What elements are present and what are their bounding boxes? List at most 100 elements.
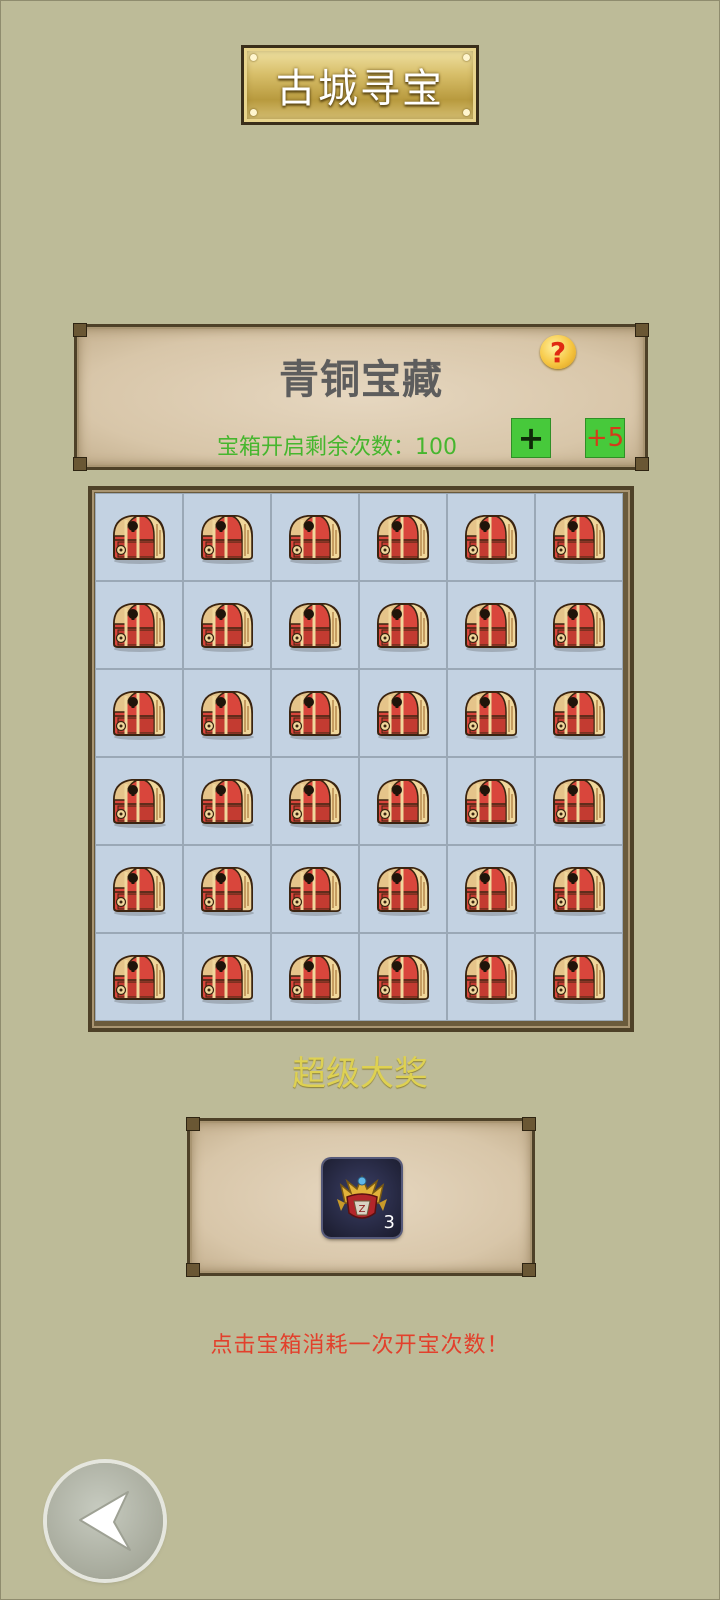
chest-cell[interactable] [271, 845, 359, 933]
treasure-chest-icon [289, 955, 342, 1004]
treasure-chest-icon [113, 955, 166, 1004]
chest-cell[interactable] [447, 669, 535, 757]
chest-cell[interactable] [183, 493, 271, 581]
back-button[interactable] [47, 1463, 163, 1579]
chest-cell[interactable] [95, 933, 183, 1021]
arrow-left-icon [79, 1491, 131, 1551]
rivet-decoration [463, 54, 470, 61]
treasure-chest-icon [201, 867, 254, 916]
treasure-chest-icon [465, 603, 518, 652]
chest-cell[interactable] [271, 493, 359, 581]
chest-cell[interactable] [359, 581, 447, 669]
rivet-decoration [463, 109, 470, 116]
chest-cell[interactable] [271, 933, 359, 1021]
chest-cell[interactable] [447, 845, 535, 933]
treasure-chest-icon [289, 515, 342, 564]
page-title: 古城寻宝 [276, 66, 444, 112]
panel-corner [635, 457, 649, 471]
chest-cell[interactable] [183, 933, 271, 1021]
treasure-chest-icon [465, 515, 518, 564]
panel-corner [522, 1263, 536, 1277]
chest-cell[interactable] [535, 669, 623, 757]
chest-cell[interactable] [359, 493, 447, 581]
treasure-chest-icon [377, 955, 430, 1004]
chest-cell[interactable] [359, 845, 447, 933]
treasure-chest-icon [377, 691, 430, 740]
title-plaque: 古城寻宝 [241, 45, 479, 125]
treasure-chest-icon [289, 691, 342, 740]
chest-cell[interactable] [535, 933, 623, 1021]
treasure-info-panel: 青铜宝藏 ? 宝箱开启剩余次数：100 + +5 [73, 323, 649, 471]
chest-cell[interactable] [95, 845, 183, 933]
treasure-chest-icon [289, 779, 342, 828]
treasure-chest-icon [553, 867, 606, 916]
panel-corner [186, 1117, 200, 1131]
chest-cell[interactable] [535, 493, 623, 581]
remaining-label: 宝箱开启剩余次数： [217, 435, 416, 460]
treasure-chest-icon [201, 515, 254, 564]
treasure-chest-icon [465, 955, 518, 1004]
question-mark-icon[interactable]: ? [540, 335, 576, 369]
chest-cell[interactable] [95, 493, 183, 581]
treasure-chest-icon [113, 515, 166, 564]
treasure-chest-icon [201, 779, 254, 828]
panel-corner [73, 323, 87, 337]
chest-cell[interactable] [183, 581, 271, 669]
super-prize-panel: Z 3 [186, 1117, 536, 1277]
remaining-opens: 宝箱开启剩余次数：100 [217, 429, 457, 461]
super-prize-label: 超级大奖 [292, 1054, 428, 1094]
reward-item[interactable]: Z 3 [323, 1159, 401, 1237]
chest-grid [95, 493, 623, 1021]
panel-corner [635, 323, 649, 337]
chest-cell[interactable] [271, 757, 359, 845]
treasure-chest-icon [377, 603, 430, 652]
panel-corner [522, 1117, 536, 1131]
treasure-chest-icon [113, 691, 166, 740]
treasure-chest-icon [465, 691, 518, 740]
remaining-count: 100 [415, 435, 458, 460]
treasure-chest-icon [201, 603, 254, 652]
chest-cell[interactable] [95, 669, 183, 757]
chest-cell[interactable] [535, 581, 623, 669]
treasure-chest-icon [201, 955, 254, 1004]
chest-cell[interactable] [447, 493, 535, 581]
chest-cell[interactable] [359, 757, 447, 845]
chest-cell[interactable] [271, 669, 359, 757]
chest-cell[interactable] [447, 581, 535, 669]
treasure-chest-icon [465, 867, 518, 916]
chest-cell[interactable] [535, 757, 623, 845]
svg-text:Z: Z [359, 1204, 366, 1215]
treasure-chest-icon [553, 603, 606, 652]
chest-cell[interactable] [95, 757, 183, 845]
add-one-button[interactable]: + [511, 418, 551, 458]
treasure-chest-icon [553, 691, 606, 740]
treasure-chest-icon [553, 955, 606, 1004]
treasure-chest-icon [377, 867, 430, 916]
treasure-chest-icon [113, 779, 166, 828]
chest-cell[interactable] [95, 581, 183, 669]
treasure-chest-icon [113, 867, 166, 916]
panel-corner [186, 1263, 200, 1277]
treasure-chest-icon [201, 691, 254, 740]
reward-count: 3 [383, 1212, 395, 1233]
treasure-chest-icon [553, 515, 606, 564]
rivet-decoration [250, 109, 257, 116]
game-screen: 古城寻宝 青铜宝藏 ? 宝箱开启剩余次数：100 + +5 超级大奖 Z 3 点… [0, 0, 720, 1600]
treasure-chest-icon [113, 603, 166, 652]
treasure-chest-icon [377, 515, 430, 564]
add-five-button[interactable]: +5 [585, 418, 625, 458]
chest-cell[interactable] [447, 757, 535, 845]
treasure-chest-icon [289, 603, 342, 652]
chest-cell[interactable] [447, 933, 535, 1021]
rivet-decoration [250, 54, 257, 61]
chest-cell[interactable] [183, 757, 271, 845]
chest-cell[interactable] [183, 845, 271, 933]
chest-grid-frame [88, 486, 634, 1032]
chest-cell[interactable] [535, 845, 623, 933]
chest-cell[interactable] [271, 581, 359, 669]
panel-corner [73, 457, 87, 471]
chest-cell[interactable] [359, 669, 447, 757]
chest-cell[interactable] [359, 933, 447, 1021]
treasure-chest-icon [553, 779, 606, 828]
chest-cell[interactable] [183, 669, 271, 757]
